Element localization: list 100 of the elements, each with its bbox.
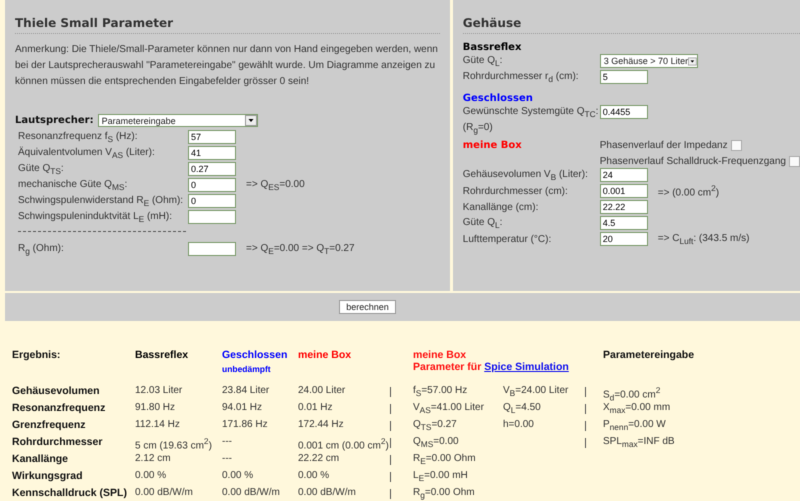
result-text: => (0.00 cm$^{2}$) (658, 183, 720, 199)
row-label: Wirkungsgrad (12, 470, 84, 484)
table-cell-text: 0.00 dB/W/m (298, 487, 357, 500)
table-cell-text: 23.84 Liter (222, 385, 270, 398)
table-cell-text: --- (222, 453, 233, 466)
table-cell-text: 2.12 cm (135, 453, 172, 466)
column-heading: meine Box (413, 349, 466, 361)
table-cell-text: V$_{B}$=24.00 Liter (503, 385, 570, 400)
table-cell: 0.001 cm (0.00 cm$^{2}$) (298, 436, 390, 453)
field-label: Kanallänge (cm): (462, 202, 540, 212)
input-field[interactable]: 20 (600, 232, 648, 246)
note-text: Anmerkung: Die Thiele/Small-Parameter können nur dann von Hand eingegeben werden, wenn bei der Lautsprecherauswahl "Parametereingabe" gewählt wurde. Um Diagramme anzeigen zu können müssen die entsprechenden Eingabefelder grösser 0 sein! (15, 43, 439, 89)
checkbox-label: Phasenverlauf Schalldruck-Frequenzgang (600, 156, 786, 167)
input-field[interactable]: 5 (600, 70, 648, 84)
field-label: Rohrdurchmesser r$_{d}$ (cm): (462, 70, 580, 84)
table-cell-text: 172.44 Hz (298, 419, 345, 432)
row-label: Resonanzfrequenz (12, 402, 106, 416)
field-label: Schwingspulenwiderstand R$_{E}$ (Ohm): (18, 194, 184, 208)
field-label: mechanische Güte Q$_{MS}$: (18, 178, 128, 192)
table-cell-text: R$_{g}$=0.00 Ohm (413, 487, 476, 501)
input-field[interactable]: 24 (600, 168, 648, 182)
table-cell-text: V$_{AS}$=41.00 Liter (413, 402, 485, 417)
input-field[interactable]: 57 (188, 130, 236, 144)
field-label: Gewünschte Systemgüte Q$_{TC}$: (462, 106, 600, 118)
section-title: Thiele Small Parameter (15, 16, 440, 34)
section-title: Gehäuse (462, 16, 800, 34)
speaker-dropdown[interactable]: Parametereingabe (98, 114, 258, 127)
input-field[interactable]: 0.001 (600, 184, 648, 198)
input-field[interactable]: 0 (188, 178, 236, 192)
table-cell-text: 0.00 % (135, 470, 168, 483)
table-cell-text: 12.03 Liter (135, 385, 184, 398)
checkbox[interactable] (730, 140, 742, 151)
table-cell-text: 171.86 Hz (222, 419, 269, 432)
section-heading: Bassreflex (462, 42, 522, 53)
table-cell-text: --- (222, 436, 233, 449)
field-label: Güte Q$_{L}$: (462, 54, 504, 68)
caret-icon (244, 115, 257, 126)
table-cell-text: Q$_{MS}$=0.00 (413, 436, 460, 451)
section-heading: meine Box (462, 140, 522, 151)
table-cell-text: 22.22 cm (298, 453, 340, 466)
checkbox[interactable] (789, 156, 800, 167)
input-field[interactable] (188, 242, 236, 256)
field-label: R$_{g}$ (Ohm): (18, 242, 65, 256)
results-title: Ergebnis: (12, 349, 60, 361)
input-field[interactable]: 0 (188, 194, 236, 208)
calculate-button[interactable]: berechnen (339, 300, 396, 314)
table-cell-text: 0.00 % (222, 470, 254, 483)
column-heading: meine Box (298, 349, 352, 361)
field-label: Gehäusevolumen V$_{B}$ (Liter): (462, 168, 589, 182)
table-cell-text: 0.00 dB/W/m (135, 487, 194, 500)
table-cell-text: Q$_{TS}$=0.27 (413, 419, 458, 434)
table-cell-text: h=0.00 (503, 419, 535, 432)
input-field[interactable]: 41 (188, 146, 236, 160)
column-heading: Bassreflex (135, 349, 188, 361)
table-cell-text: 0.00 dB/W/m (222, 487, 281, 500)
table-cell-text: 0.00 % (298, 470, 330, 483)
column-subheading: unbedämpft (222, 364, 271, 374)
field-label: Rohrdurchmesser (cm): (462, 186, 569, 196)
field-label: Äquivalentvolumen V$_{AS}$ (Liter): (18, 146, 156, 160)
row-label: Gehäusevolumen (12, 385, 101, 399)
spice-link[interactable]: Spice Simulation (484, 361, 569, 373)
result-text: => C$_{Luft}$: (343.5 m/s) (658, 232, 750, 246)
result-text: => Q$_{E}$=0.00 => Q$_{T}$=0.27 (246, 242, 355, 256)
input-field[interactable]: 4.5 (600, 216, 648, 230)
input-field[interactable] (188, 210, 236, 224)
table-cell-text: 91.80 Hz (135, 402, 176, 415)
table-cell-text: Q$_{L}$=4.50 (503, 402, 542, 417)
table-cell-text: R$_{E}$=0.00 Ohm (413, 453, 477, 468)
caret-icon (688, 56, 697, 66)
table-cell-text: S$_{d}$=0.00 cm$^{2}$ (603, 385, 662, 402)
row-label: Kennschalldruck (SPL) (12, 487, 128, 501)
table-cell-text: 0.01 Hz (298, 402, 334, 415)
section-heading: Geschlossen (462, 93, 534, 104)
note-text: (R$_{g}$=0) (462, 122, 493, 134)
result-text: => Q$_{ES}$=0.00 (246, 178, 305, 192)
spice-heading: Parameter für Spice Simulation (413, 361, 569, 373)
table-cell-text: L$_{E}$=0.00 mH (413, 470, 469, 485)
table-cell-text: 5 cm (19.63 cm$^{2}$) (135, 436, 213, 453)
table-cell-text: 24.00 Liter (298, 385, 346, 398)
quality-dropdown[interactable]: 3 Gehäuse > 70 Liter (600, 54, 698, 68)
field-label: Güte Q$_{TS}$: (18, 162, 65, 176)
table-cell-text: P$_{nenn}$=0.00 W (603, 419, 667, 434)
input-field[interactable]: 0.27 (188, 162, 236, 176)
field-label: Schwingspuleninduktvität L$_{E}$ (mH): (18, 210, 173, 224)
input-field[interactable]: 22.22 (600, 200, 648, 214)
field-label: Güte Q$_{L}$: (462, 216, 504, 230)
table-cell-text: 94.01 Hz (222, 402, 264, 415)
row-label: Kanallänge (12, 453, 70, 467)
table-cell-text: X$_{max}$=0.00 mm (603, 402, 672, 417)
input-field[interactable]: 0.4455 (600, 105, 648, 119)
column-heading: Geschlossen (222, 349, 288, 361)
speaker-label: Lautsprecher: (15, 115, 94, 126)
column-heading: Parametereingabe (603, 349, 694, 361)
checkbox-label: Phasenverlauf der Impedanz (600, 140, 728, 151)
row-label: Grenzfrequenz (12, 419, 87, 433)
table-cell-text: 112.14 Hz (135, 419, 181, 432)
table-cell-text: f$_{S}$=57.00 Hz (413, 385, 468, 400)
row-label: Rohrdurchmesser (12, 436, 104, 450)
field-label: Resonanzfrequenz f$_{S}$ (Hz): (18, 130, 139, 144)
table-cell-text: SPL$_{max}$=INF dB (603, 436, 676, 451)
